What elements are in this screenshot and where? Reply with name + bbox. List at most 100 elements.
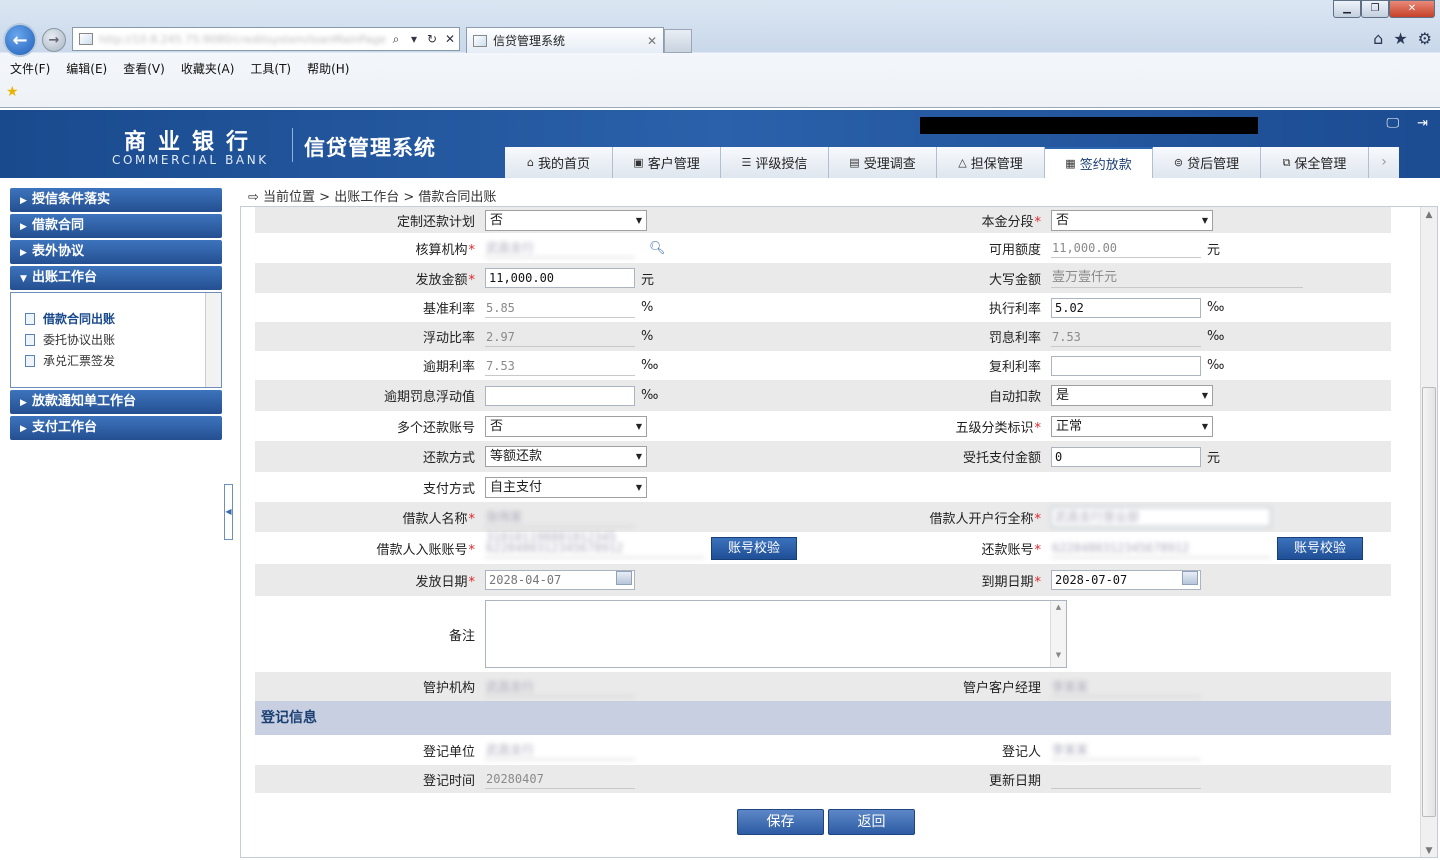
compound-rate-input[interactable] (1051, 355, 1201, 376)
custom-plan-select[interactable]: 否 ▼ (485, 209, 647, 231)
scroll-up-icon[interactable]: ▲ (1421, 207, 1437, 223)
field-label: 逾期利率 (422, 360, 475, 375)
compat-view-icon[interactable]: ▾ (405, 32, 423, 46)
address-bar[interactable]: http://10.8.245.75:9080/creditsystem/loa… (72, 27, 460, 51)
scroll-thumb[interactable] (1422, 387, 1436, 817)
menu-tools[interactable]: 工具(T) (250, 56, 299, 78)
field-label: 复利利率 (988, 360, 1041, 375)
save-button[interactable]: 保存 (737, 809, 824, 835)
sidebar-section-credit-conditions[interactable]: ▶ 授信条件落实 (10, 188, 222, 212)
tab-rating[interactable]: ☰ 评级授信 (721, 147, 829, 178)
dropdown-arrow-icon: ▼ (635, 215, 642, 225)
tab-label: 贷后管理 (1187, 157, 1240, 172)
scroll-down-icon[interactable]: ▼ (1421, 843, 1437, 857)
sidebar-item-loan-disbursement[interactable]: 借款合同出账 (25, 308, 221, 329)
sidebar-item-entrust-disbursement[interactable]: 委托协议出账 (25, 329, 221, 350)
form-row: 逾期利率 7.53 ‰ 复利利率 ‰ (255, 351, 1391, 380)
unit-label: 元 (641, 272, 655, 288)
form-row: 核算机构* 武昌支行 🔍︎ 可用额度 11,000.00 元 (255, 233, 1391, 263)
disburse-amount-input[interactable]: 11,000.00 (485, 268, 635, 288)
sidebar-section-notice[interactable]: ▶ 放款通知单工作台 (10, 390, 222, 414)
minimize-button[interactable]: ▁ (1333, 0, 1361, 18)
tab-customer[interactable]: ▣ 客户管理 (613, 147, 721, 178)
remark-textarea[interactable]: ▲ ▼ (485, 600, 1067, 668)
form-row: 还款方式 等额还款 ▼ 受托支付金额 0 元 (255, 441, 1391, 472)
refresh-icon[interactable]: ↻ (423, 32, 441, 46)
field-label: 借款人入账账号* (376, 542, 475, 558)
sidebar-section-loan-contract[interactable]: ▶ 借款合同 (10, 214, 222, 238)
menu-help[interactable]: 帮助(H) (307, 56, 357, 78)
search-icon[interactable]: 🔍︎ (649, 241, 666, 256)
close-window-button[interactable]: ✕ (1389, 0, 1435, 18)
calendar-icon[interactable] (616, 571, 632, 585)
submenu-scrollbar[interactable] (205, 293, 221, 387)
sidebar-section-payment[interactable]: ▶ 支付工作台 (10, 416, 222, 440)
search-icon[interactable]: ⌕ (387, 32, 405, 47)
exec-rate-input[interactable]: 5.02 (1051, 297, 1201, 318)
browser-tab[interactable]: 信贷管理系统 ✕ (466, 27, 664, 53)
tab-survey[interactable]: ▤ 受理调查 (829, 147, 937, 178)
textarea-scrollbar[interactable]: ▲ ▼ (1050, 601, 1066, 667)
sidebar-collapse-button[interactable]: ◀ (224, 484, 233, 540)
document-icon (25, 354, 35, 367)
add-favorite-icon[interactable]: ★ (6, 84, 19, 100)
tab-preservation[interactable]: ⧉ 保全管理 (1261, 147, 1369, 178)
select-value: 否 (1056, 212, 1070, 228)
forward-button[interactable]: → (42, 28, 66, 52)
unit-label: ‰ (641, 388, 659, 403)
favorites-star-icon[interactable]: ★ (1393, 29, 1407, 48)
form-row: 多个还款账号 否 ▼ 五级分类标识* 正常 ▼ (255, 411, 1391, 441)
nav-scroll-right-icon[interactable]: › (1369, 147, 1399, 178)
verify-repay-account-button[interactable]: 账号校验 (1277, 536, 1363, 560)
principal-split-select[interactable]: 否 ▼ (1051, 209, 1213, 231)
tab-contract[interactable]: ▦ 签约放款 (1045, 147, 1153, 178)
menu-view[interactable]: 查看(V) (123, 56, 173, 78)
sidebar-section-offbalance[interactable]: ▶ 表外协议 (10, 240, 222, 264)
monitor-icon[interactable]: 🖵 (1387, 116, 1400, 131)
five-class-select[interactable]: 正常 ▼ (1051, 415, 1213, 437)
date-value: 2028-07-07 (1055, 573, 1128, 587)
tab-postloan[interactable]: ⊜ 贷后管理 (1153, 147, 1261, 178)
content-scrollbar[interactable]: ▲ ▼ (1420, 207, 1437, 857)
registrar-value: 李某某 (1051, 740, 1201, 760)
multi-account-select[interactable]: 否 ▼ (485, 415, 647, 437)
calendar-icon[interactable] (1182, 571, 1198, 585)
overdue-float-input[interactable] (485, 385, 635, 406)
settings-gear-icon[interactable]: ⚙ (1418, 29, 1432, 48)
field-label: 多个还款账号 (396, 420, 475, 436)
menu-favorites[interactable]: 收藏夹(A) (181, 56, 243, 78)
menu-edit[interactable]: 编辑(E) (66, 56, 115, 78)
maximize-button[interactable]: ❐ (1361, 0, 1389, 18)
back-button[interactable]: ← (3, 23, 37, 57)
field-label: 登记单位 (422, 744, 475, 760)
field-label: 自动扣款 (988, 390, 1041, 405)
document-icon (25, 312, 35, 325)
pay-method-select[interactable]: 自主支付 ▼ (485, 476, 647, 498)
logout-icon[interactable]: ⇥ (1417, 116, 1428, 131)
entrusted-pay-input[interactable]: 0 (1051, 446, 1201, 467)
menu-file[interactable]: 文件(F) (10, 56, 58, 78)
due-date-input[interactable]: 2028-07-07 (1051, 570, 1201, 590)
form-row: 浮动比率 2.97 % 罚息利率 7.53 ‰ (255, 322, 1391, 351)
contract-icon: ▦ (1065, 157, 1076, 170)
home-icon[interactable]: ⌂ (1373, 29, 1383, 48)
borrower-bank-input[interactable]: 武昌支行营业部 (1051, 507, 1271, 527)
sidebar-item-acceptance-bill[interactable]: 承兑汇票签发 (25, 350, 221, 371)
window-controls: ▁ ❐ ✕ (1333, 0, 1435, 18)
back-button[interactable]: 返回 (828, 809, 915, 835)
repay-method-select[interactable]: 等额还款 ▼ (485, 446, 647, 467)
new-tab-button[interactable] (664, 29, 692, 53)
tab-home[interactable]: ⌂ 我的首页 (505, 147, 613, 178)
select-value: 否 (490, 212, 504, 228)
verify-borrower-account-button[interactable]: 账号校验 (711, 536, 797, 560)
auto-deduct-select[interactable]: 是 ▼ (1051, 385, 1213, 406)
accounting-org-value: 武昌支行 (485, 238, 635, 258)
sidebar-section-disbursement[interactable]: ▼ 出账工作台 (10, 266, 222, 290)
caret-down-icon: ▼ (20, 274, 27, 284)
dropdown-arrow-icon: ▼ (1201, 215, 1208, 225)
tab-guarantee[interactable]: △ 担保管理 (937, 147, 1045, 178)
field-label: 还款方式 (422, 451, 475, 466)
issue-date-input[interactable]: 2028-04-07 (485, 570, 635, 590)
stop-icon[interactable]: ✕ (441, 32, 459, 46)
tab-close-icon[interactable]: ✕ (647, 34, 657, 48)
